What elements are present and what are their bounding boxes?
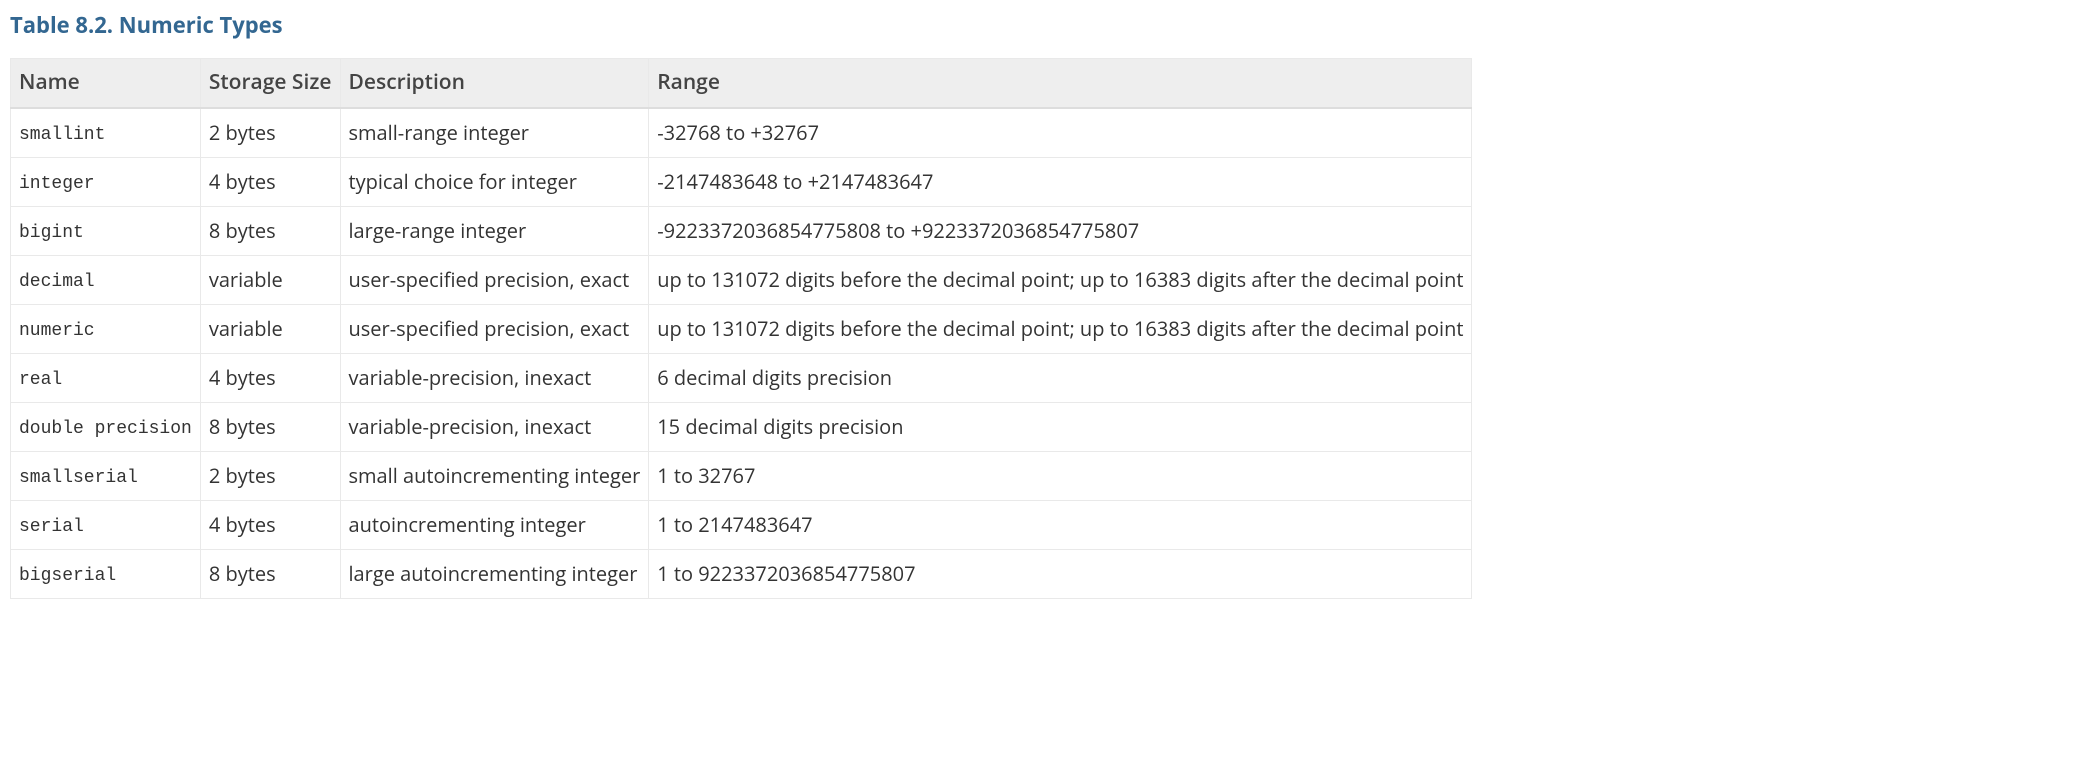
cell-range: -2147483648 to +2147483647 — [649, 157, 1472, 206]
header-description: Description — [340, 59, 649, 108]
type-code: double precision — [19, 419, 192, 439]
table-row: double precision 8 bytes variable-precis… — [11, 402, 1472, 451]
cell-description: variable-precision, inexact — [340, 353, 649, 402]
cell-description: user-specified precision, exact — [340, 255, 649, 304]
cell-storage: 2 bytes — [200, 451, 340, 500]
cell-range: 1 to 9223372036854775807 — [649, 549, 1472, 598]
table-row: bigint 8 bytes large-range integer -9223… — [11, 206, 1472, 255]
type-code: serial — [19, 517, 84, 537]
cell-range: up to 131072 digits before the decimal p… — [649, 255, 1472, 304]
cell-name: smallint — [11, 108, 201, 158]
type-code: bigserial — [19, 566, 116, 586]
type-code: numeric — [19, 321, 95, 341]
cell-range: up to 131072 digits before the decimal p… — [649, 304, 1472, 353]
cell-storage: 4 bytes — [200, 500, 340, 549]
numeric-types-table: Name Storage Size Description Range smal… — [10, 58, 1472, 599]
cell-range: 15 decimal digits precision — [649, 402, 1472, 451]
cell-storage: 4 bytes — [200, 157, 340, 206]
cell-range: -9223372036854775808 to +922337203685477… — [649, 206, 1472, 255]
cell-description: user-specified precision, exact — [340, 304, 649, 353]
cell-storage: 8 bytes — [200, 206, 340, 255]
cell-description: large-range integer — [340, 206, 649, 255]
cell-name: bigserial — [11, 549, 201, 598]
cell-name: numeric — [11, 304, 201, 353]
cell-description: small-range integer — [340, 108, 649, 158]
cell-range: 1 to 32767 — [649, 451, 1472, 500]
table-row: decimal variable user-specified precisio… — [11, 255, 1472, 304]
table-row: smallint 2 bytes small-range integer -32… — [11, 108, 1472, 158]
type-code: integer — [19, 174, 95, 194]
cell-storage: 2 bytes — [200, 108, 340, 158]
table-row: real 4 bytes variable-precision, inexact… — [11, 353, 1472, 402]
table-row: bigserial 8 bytes large autoincrementing… — [11, 549, 1472, 598]
table-row: numeric variable user-specified precisio… — [11, 304, 1472, 353]
type-code: decimal — [19, 272, 95, 292]
table-row: integer 4 bytes typical choice for integ… — [11, 157, 1472, 206]
cell-name: smallserial — [11, 451, 201, 500]
cell-storage: 8 bytes — [200, 549, 340, 598]
type-code: real — [19, 370, 62, 390]
cell-range: 1 to 2147483647 — [649, 500, 1472, 549]
cell-description: typical choice for integer — [340, 157, 649, 206]
cell-storage: 4 bytes — [200, 353, 340, 402]
cell-name: decimal — [11, 255, 201, 304]
cell-description: variable-precision, inexact — [340, 402, 649, 451]
cell-description: large autoincrementing integer — [340, 549, 649, 598]
cell-range: 6 decimal digits precision — [649, 353, 1472, 402]
type-code: bigint — [19, 223, 84, 243]
cell-name: bigint — [11, 206, 201, 255]
header-range: Range — [649, 59, 1472, 108]
header-name: Name — [11, 59, 201, 108]
cell-range: -32768 to +32767 — [649, 108, 1472, 158]
cell-storage: variable — [200, 304, 340, 353]
header-storage: Storage Size — [200, 59, 340, 108]
type-code: smallint — [19, 125, 105, 145]
table-header-row: Name Storage Size Description Range — [11, 59, 1472, 108]
table-title: Table 8.2. Numeric Types — [10, 10, 2066, 40]
table-row: smallserial 2 bytes small autoincrementi… — [11, 451, 1472, 500]
cell-name: real — [11, 353, 201, 402]
cell-storage: variable — [200, 255, 340, 304]
cell-storage: 8 bytes — [200, 402, 340, 451]
type-code: smallserial — [19, 468, 138, 488]
table-row: serial 4 bytes autoincrementing integer … — [11, 500, 1472, 549]
cell-description: small autoincrementing integer — [340, 451, 649, 500]
cell-name: double precision — [11, 402, 201, 451]
cell-name: integer — [11, 157, 201, 206]
cell-name: serial — [11, 500, 201, 549]
cell-description: autoincrementing integer — [340, 500, 649, 549]
